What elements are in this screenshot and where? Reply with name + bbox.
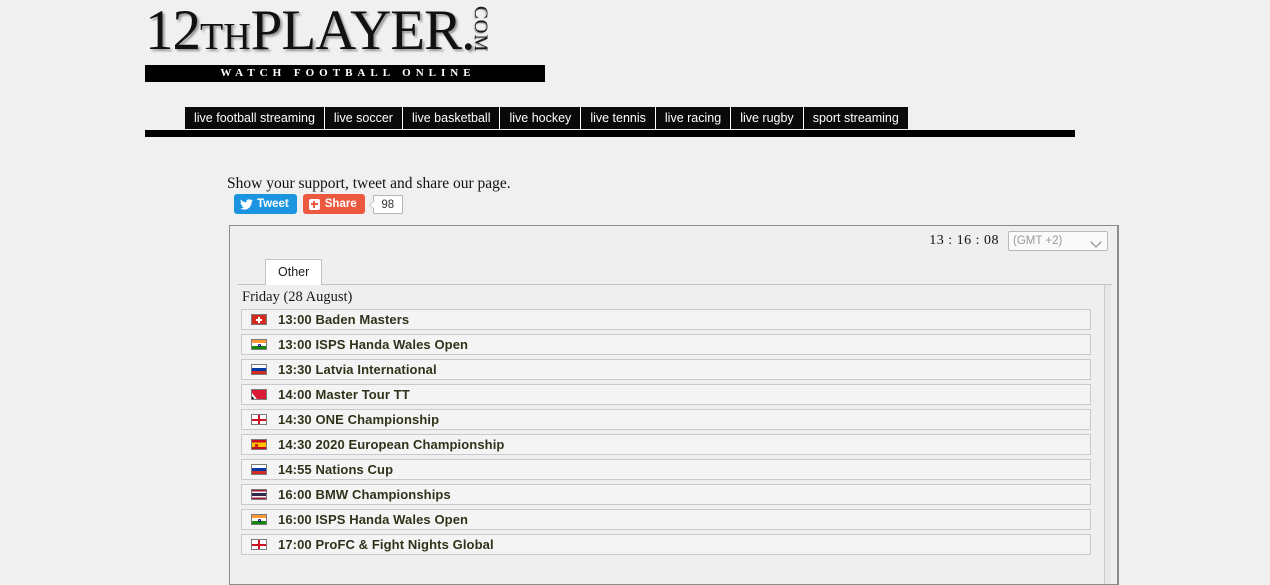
event-time: 16:00 — [278, 512, 312, 527]
event-time: 14:30 — [278, 412, 312, 427]
flag-icon-spain — [251, 439, 267, 450]
event-time: 14:55 — [278, 462, 312, 477]
event-name: ISPS Handa Wales Open — [315, 512, 469, 527]
tab-bar: Other — [238, 259, 1112, 285]
flag-icon-india — [251, 514, 267, 525]
nav-item-live-hockey[interactable]: live hockey — [500, 107, 582, 129]
tweet-button-label: Tweet — [257, 198, 289, 210]
schedule-panel: 13 : 16 : 08 (GMT +2) Other Friday (28 A… — [229, 225, 1119, 585]
nav-item-live-tennis[interactable]: live tennis — [581, 107, 656, 129]
share-button-label: Share — [324, 198, 357, 210]
nav-underline-rule — [145, 130, 1075, 137]
share-count-badge: 98 — [368, 194, 403, 214]
flag-icon-england — [251, 414, 267, 425]
event-name: ProFC & Fight Nights Global — [315, 537, 494, 552]
main-navigation: live football streaming live soccer live b… — [185, 107, 908, 129]
event-time: 16:00 — [278, 487, 312, 502]
event-row[interactable]: 14:00 Master Tour TT — [241, 384, 1091, 405]
plus-icon — [308, 198, 320, 210]
share-buttons: Tweet Share 98 — [234, 194, 403, 214]
timezone-select[interactable]: (GMT +2) — [1008, 231, 1108, 251]
event-name: Nations Cup — [315, 462, 394, 477]
event-time: 17:00 — [278, 537, 312, 552]
logo-dotcom: COM — [470, 6, 491, 53]
flag-icon-russia — [251, 364, 267, 375]
event-row[interactable]: 14:30 ONE Championship — [241, 409, 1091, 430]
event-row[interactable]: 17:00 ProFC & Fight Nights Global — [241, 534, 1091, 555]
event-row[interactable]: 13:00 ISPS Handa Wales Open — [241, 334, 1091, 355]
twitter-bird-icon — [240, 198, 253, 210]
event-row[interactable]: 16:00 BMW Championships — [241, 484, 1091, 505]
flag-icon-thailand — [251, 489, 267, 500]
event-name: ISPS Handa Wales Open — [315, 337, 469, 352]
event-time: 13:00 — [278, 337, 312, 352]
event-time: 13:30 — [278, 362, 312, 377]
flag-icon-england — [251, 539, 267, 550]
nav-item-sport-streaming[interactable]: sport streaming — [803, 107, 908, 129]
nav-item-live-football-streaming[interactable]: live football streaming — [185, 107, 325, 129]
event-time: 13:00 — [278, 312, 312, 327]
event-name: 2020 European Championship — [315, 437, 505, 452]
content-scrollbar[interactable] — [1104, 285, 1111, 584]
event-name: ONE Championship — [315, 412, 440, 427]
flag-icon-india — [251, 339, 267, 350]
logo-th: TH — [200, 16, 251, 58]
event-time: 14:30 — [278, 437, 312, 452]
logo-12: 12 — [145, 0, 201, 62]
flag-icon-russia — [251, 464, 267, 475]
facebook-share-button[interactable]: Share — [302, 194, 365, 214]
event-name: Latvia International — [315, 362, 437, 377]
event-row[interactable]: 16:00 ISPS Handa Wales Open — [241, 509, 1091, 530]
chevron-down-icon — [1090, 236, 1102, 248]
event-name: Master Tour TT — [315, 387, 410, 402]
schedule-content: Friday (28 August) 13:00 Baden Masters 13… — [238, 285, 1112, 584]
event-time: 14:00 — [278, 387, 312, 402]
event-row[interactable]: 13:30 Latvia International — [241, 359, 1091, 380]
event-row[interactable]: 14:55 Nations Cup — [241, 459, 1091, 480]
site-logo[interactable]: 12THPLAYER. COM WATCH FOOTBALL ONLINE — [145, 0, 545, 82]
tweet-button[interactable]: Tweet — [234, 194, 297, 214]
event-name: BMW Championships — [315, 487, 451, 502]
nav-item-live-soccer[interactable]: live soccer — [324, 107, 403, 129]
day-header: Friday (28 August) — [242, 289, 353, 305]
timezone-value: (GMT +2) — [1013, 235, 1063, 247]
nav-item-live-racing[interactable]: live racing — [655, 107, 732, 129]
tab-other[interactable]: Other — [265, 259, 323, 285]
event-name: Baden Masters — [315, 312, 410, 327]
flag-icon-trinidad-and-tobago — [251, 389, 267, 400]
nav-item-live-rugby[interactable]: live rugby — [731, 107, 804, 129]
nav-item-live-basketball[interactable]: live basketball — [402, 107, 501, 129]
clock-display: 13 : 16 : 08 — [929, 233, 999, 248]
logo-tagline: WATCH FOOTBALL ONLINE — [145, 65, 545, 82]
clock-area: 13 : 16 : 08 (GMT +2) — [929, 230, 1108, 252]
share-prompt: Show your support, tweet and share our p… — [227, 175, 511, 192]
flag-icon-switzerland — [251, 314, 267, 325]
event-row[interactable]: 13:00 Baden Masters — [241, 309, 1091, 330]
event-row[interactable]: 14:30 2020 European Championship — [241, 434, 1091, 455]
event-list: 13:00 Baden Masters 13:00 ISPS Handa Wale… — [238, 309, 1112, 555]
